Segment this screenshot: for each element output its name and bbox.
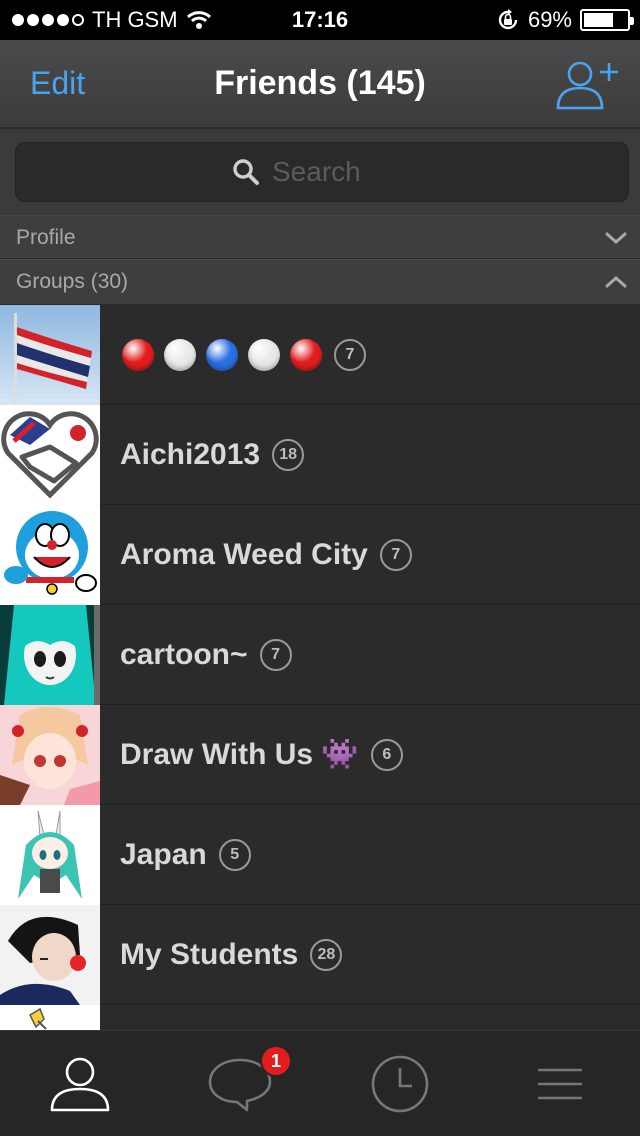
group-avatar: [0, 604, 100, 705]
emoji-ball-title: [122, 338, 322, 371]
group-row[interactable]: My Students 28: [0, 904, 640, 1005]
tab-friends[interactable]: [0, 1031, 160, 1136]
groups-list: 7 Aichi2013 18 Aroma Weed City 7 cartoon…: [0, 305, 640, 1030]
profile-section-header[interactable]: Profile: [0, 215, 640, 259]
tab-more[interactable]: [480, 1031, 640, 1136]
status-bar: TH GSM 17:16 69%: [0, 0, 640, 40]
group-row[interactable]: Japan 5: [0, 804, 640, 905]
group-row[interactable]: Aroma Weed City 7: [0, 504, 640, 605]
group-avatar: [0, 804, 100, 905]
clock-icon: [371, 1055, 429, 1113]
search-input[interactable]: [272, 156, 412, 188]
groups-section-header[interactable]: Groups (30): [0, 259, 640, 305]
battery-percent: 69%: [527, 7, 572, 32]
friends-person-icon: [50, 1057, 110, 1112]
add-friend-button[interactable]: [556, 56, 620, 112]
group-row[interactable]: Draw With Us 👾 6: [0, 704, 640, 805]
ball-emoji: [164, 338, 196, 371]
search-box[interactable]: [15, 142, 629, 202]
group-title: Aichi2013: [120, 437, 261, 471]
group-avatar: [0, 904, 100, 1005]
tab-bar: 1: [0, 1030, 640, 1136]
rotation-lock-icon: [498, 9, 518, 30]
group-row[interactable]: 7: [0, 305, 640, 405]
tab-chats[interactable]: 1: [160, 1031, 320, 1136]
battery-icon: [580, 9, 634, 31]
group-avatar: [0, 504, 100, 605]
ball-emoji: [290, 338, 322, 371]
group-title: Draw With Us 👾: [120, 738, 359, 771]
member-count-badge: 6: [370, 738, 403, 771]
search-icon: [233, 159, 259, 185]
navigation-bar: Edit Friends (145): [0, 40, 640, 128]
chevron-up-icon: [605, 275, 627, 288]
unread-badge: 1: [260, 1045, 292, 1077]
tab-timeline[interactable]: [320, 1031, 480, 1136]
group-title: Japan: [120, 837, 207, 871]
search-bar: [0, 129, 640, 215]
add-person-icon: [556, 61, 618, 110]
groups-section-label: Groups (30): [16, 270, 129, 293]
page-title: Friends (145): [214, 64, 426, 102]
group-avatar: [0, 305, 100, 405]
member-count-badge: 7: [259, 638, 292, 671]
group-row[interactable]: [0, 1004, 640, 1030]
group-avatar: [0, 704, 100, 805]
status-right: 69%: [496, 0, 634, 40]
group-row[interactable]: Aichi2013 18: [0, 404, 640, 505]
battery-level: [584, 13, 613, 27]
member-count-badge: 7: [334, 338, 366, 371]
menu-icon: [538, 1068, 582, 1100]
ball-emoji: [122, 338, 154, 371]
group-avatar: [0, 1004, 100, 1030]
member-count-badge: 7: [379, 538, 412, 571]
chevron-down-icon: [605, 232, 627, 245]
member-count-badge: 28: [310, 938, 343, 971]
group-title: Aroma Weed City: [120, 537, 368, 571]
group-title: cartoon~: [120, 637, 248, 671]
ball-emoji: [248, 338, 280, 371]
member-count-badge: 18: [272, 438, 305, 471]
group-row[interactable]: cartoon~ 7: [0, 604, 640, 705]
ball-emoji: [206, 338, 238, 371]
profile-section-label: Profile: [16, 226, 76, 249]
group-avatar: [0, 404, 100, 505]
member-count-badge: 5: [218, 838, 251, 871]
group-title: My Students: [120, 937, 299, 971]
